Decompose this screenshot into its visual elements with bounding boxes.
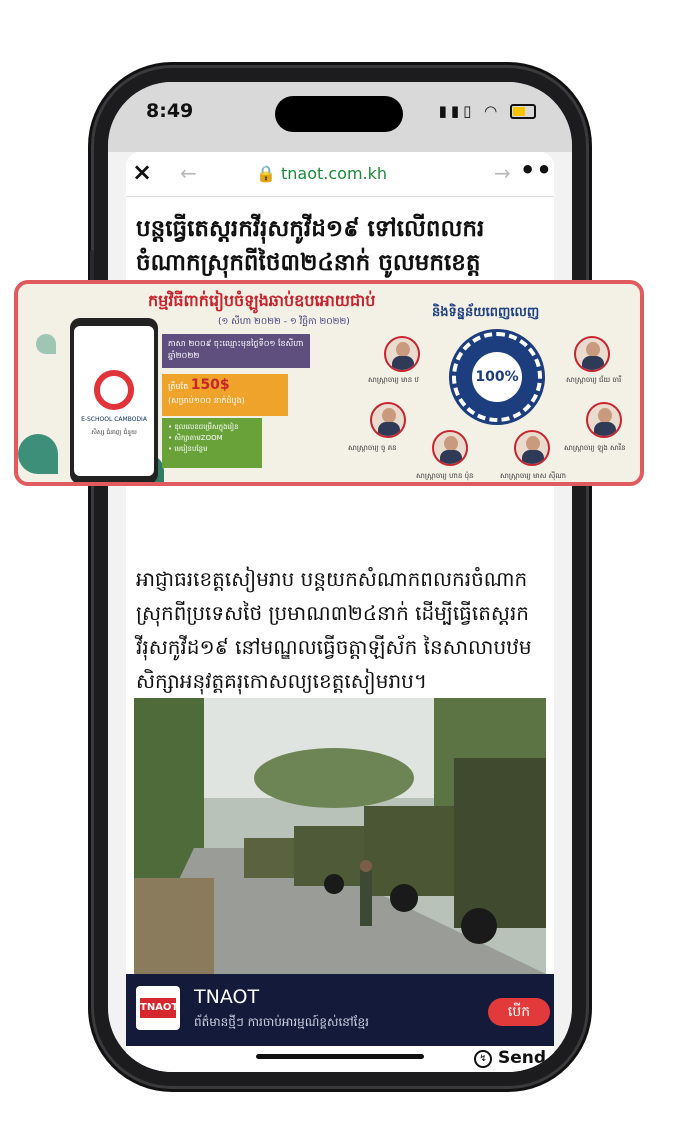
trucks-photo-illustration	[134, 698, 546, 974]
status-icons: ▮▮▯ ◠	[439, 102, 536, 120]
teacher-portrait	[432, 430, 468, 466]
guarantee-percent: 100%	[472, 352, 522, 402]
teacher-name: សាស្ត្រាចារ្យ មាន ឋ	[368, 376, 419, 384]
ad-price-box: ត្រឹមតែ 150$ (សម្រាប់១០០ នាក់ដំបូង)	[162, 374, 288, 416]
phone-screen: 8:49 ▮▮▯ ◠ × ← 🔒 tnaot.com.kh → ••• បន្ត…	[108, 82, 572, 1072]
teacher-portrait	[514, 430, 550, 466]
open-app-button[interactable]: បើក	[488, 998, 550, 1026]
app-tagline: ព័ត៌មានថ្មីៗ ការចាប់អារម្មណ៍ខ្ពស់នៅខ្មែរ	[194, 1015, 369, 1029]
e-school-subcaption: សិស្ស ជំនាញ ជំនួយ	[91, 429, 137, 436]
teacher-name: សាស្ត្រាចារ្យ ឡុង សារីន	[564, 444, 626, 452]
messenger-icon[interactable]: ↯	[474, 1050, 492, 1068]
battery-icon	[510, 104, 536, 119]
ad-teachers-title: និងទិន្នន័យពេញលេញ	[432, 305, 540, 320]
status-time: 8:49	[146, 100, 194, 122]
ad-title: កម្មវិធីពាក់់រៀបចំឡូងឆាប់ឧបអោយជាប់	[148, 291, 376, 310]
more-options-icon[interactable]: •••	[520, 156, 554, 184]
teacher-portrait	[574, 336, 610, 372]
browser-nav-bar: × ← 🔒 tnaot.com.kh → •••	[126, 152, 554, 197]
app-logo-text: TNAOT	[140, 998, 178, 1018]
ad-banner[interactable]: E-SCHOOL CAMBODIA សិស្ស ជំនាញ ជំនួយ កម្ម…	[14, 280, 644, 486]
signal-icon: ▮▮▯	[438, 102, 476, 120]
close-icon[interactable]: ×	[132, 158, 152, 186]
ad-phone-mockup: E-SCHOOL CAMBODIA សិស្ស ជំនាញ ជំនួយ	[70, 318, 158, 482]
wifi-icon: ◠	[484, 102, 502, 120]
ad-dates: (១ សីហា ២០២២ - ១ វិច្ឆិកា ២០២២)	[218, 317, 350, 327]
teacher-portrait	[586, 402, 622, 438]
ad-features-box: • ឌុលលេខជម្រើសក្នុងរៀន • សិក្សាតាមZOOM •…	[162, 418, 262, 468]
ad-registration-box: ភាសា ២០០៩ ចុះឈ្មោះមុនថ្ងៃទី០១ ខែសីហា ឆ្ន…	[162, 334, 310, 368]
decorative-leaf	[36, 334, 56, 354]
send-button[interactable]: Send	[498, 1048, 546, 1068]
ad-phone-screen: E-SCHOOL CAMBODIA សិស្ស ជំនាញ ជំនួយ	[74, 326, 154, 476]
e-school-caption: E-SCHOOL CAMBODIA	[81, 416, 147, 423]
decorative-leaf	[18, 434, 58, 474]
teacher-name: សាស្ត្រាចារ្យ មាស ស៊ីណា	[500, 472, 567, 480]
tnaot-app-logo: TNAOT	[136, 986, 180, 1030]
teacher-portrait	[384, 336, 420, 372]
app-name: TNAOT	[194, 986, 260, 1008]
article-body: អាជ្ញាធរខេត្តសៀមរាប បន្តយកសំណាកពលករចំណាក…	[136, 567, 532, 693]
ad-price: 150$	[190, 377, 230, 393]
dynamic-island	[275, 96, 403, 132]
teacher-name: សាស្ត្រាចារ្យ ចូ គន	[348, 444, 397, 452]
status-bar: 8:49 ▮▮▯ ◠	[108, 82, 572, 152]
article-headline: បន្តធ្វើតេស្តរកវីរុសកូវីដ១៩ ទៅលើពលករចំណា…	[136, 216, 485, 276]
share-row: ↯ Send	[126, 1046, 554, 1072]
teacher-portrait	[370, 402, 406, 438]
url-label[interactable]: 🔒 tnaot.com.kh	[256, 164, 387, 183]
forward-arrow-icon[interactable]: →	[494, 161, 511, 185]
ad-price-prefix: ត្រឹមតែ	[168, 382, 189, 391]
teacher-name: សាស្ត្រាចារ្យ ជ័យ ចារី	[566, 376, 622, 384]
guarantee-badge: 100%	[452, 332, 542, 422]
app-promo-bar: TNAOT TNAOT ព័ត៌មានថ្មីៗ ការចាប់អារម្មណ៍…	[126, 974, 554, 1046]
article-photo	[134, 698, 546, 974]
e-school-logo	[94, 370, 134, 410]
teacher-name: សាស្ត្រាចារ្យ ហាន ប៉ុន	[416, 472, 474, 480]
home-indicator[interactable]	[256, 1054, 424, 1059]
ad-price-suffix: (សម្រាប់១០០ នាក់ដំបូង)	[168, 396, 245, 405]
back-arrow-icon[interactable]: ←	[180, 161, 197, 185]
